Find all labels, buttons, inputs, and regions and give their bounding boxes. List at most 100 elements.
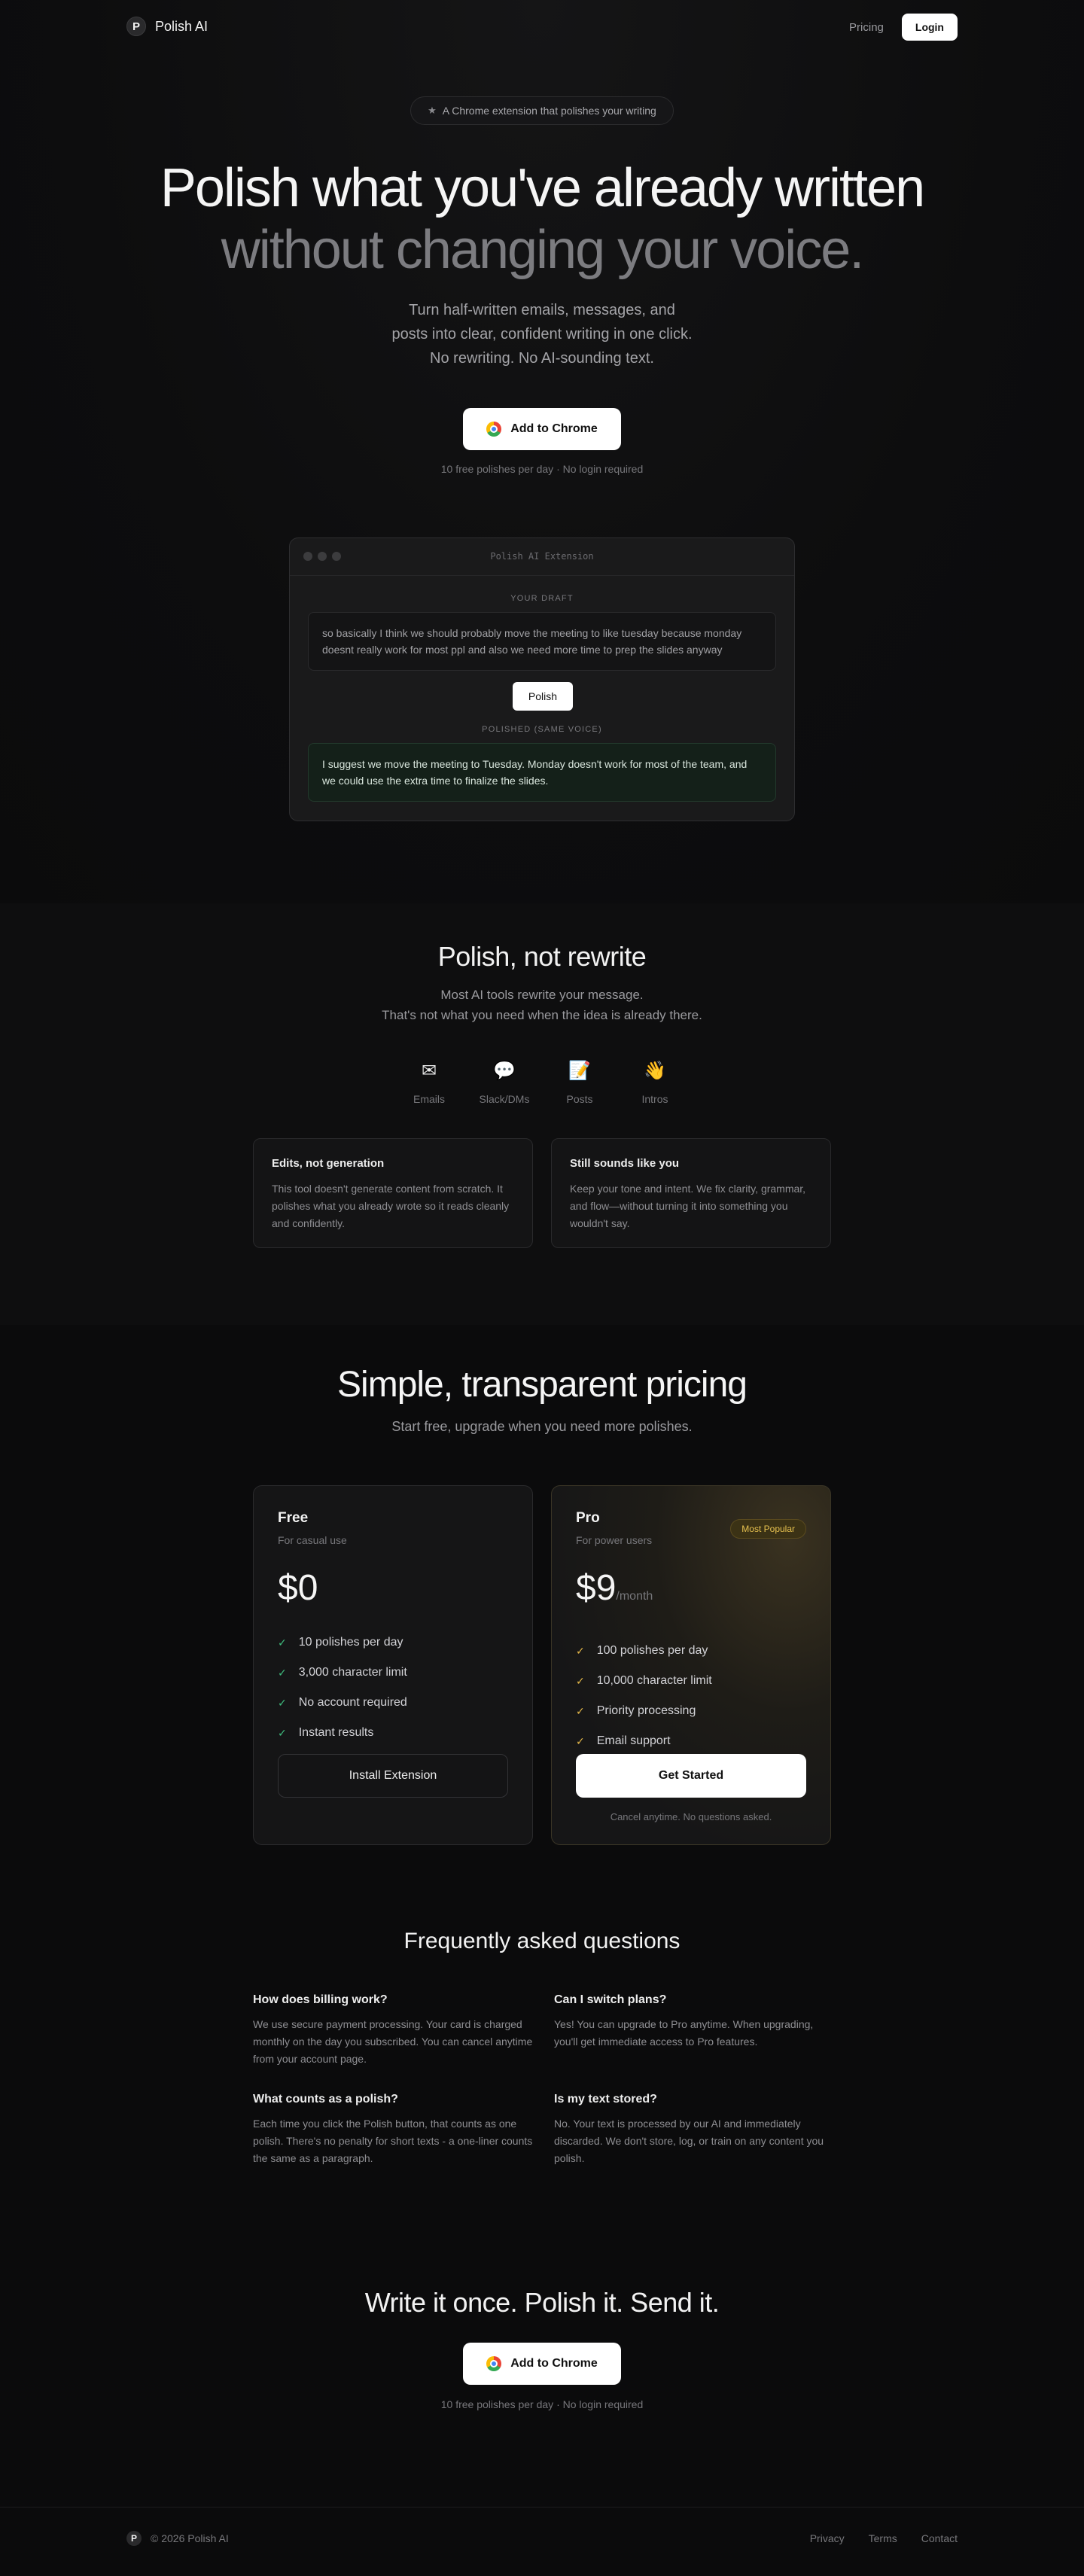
use-case-label: Slack/DMs	[479, 1093, 530, 1105]
plan-name: Free	[278, 1510, 309, 1526]
final-cta-note: 10 free polishes per day · No login requ…	[440, 2398, 644, 2410]
hero-add-to-chrome-button[interactable]: Add to Chrome	[463, 408, 621, 450]
feature-card-text: This tool doesn't generate content from …	[272, 1183, 510, 1229]
login-button[interactable]: Login	[901, 14, 958, 41]
hero-subtitle-line3: No rewriting. No AI-sounding text.	[430, 350, 654, 367]
nav-pricing-link[interactable]: Pricing	[849, 21, 884, 34]
plan-card-free: Free For casual use $0 ✓ 10 polishes per …	[253, 1485, 533, 1845]
footer-link-privacy[interactable]: Privacy	[810, 2532, 845, 2544]
feature-card-text: Keep your tone and intent. We fix clarit…	[570, 1183, 806, 1229]
plan-feature: ✓ 3,000 character limit	[278, 1658, 508, 1688]
plan-price: $0	[278, 1569, 508, 1608]
install-extension-button[interactable]: Install Extension	[278, 1754, 508, 1798]
plan-feature-text: 3,000 character limit	[298, 1666, 407, 1679]
faq-item: Can I switch plans? Yes! You can upgrade…	[554, 1993, 834, 2051]
plan-feature-list: ✓ 10 polishes per day ✓ 3,000 character li…	[278, 1628, 508, 1748]
check-icon: ✓	[278, 1666, 287, 1679]
chrome-icon	[486, 422, 502, 437]
check-icon: ✓	[278, 1726, 287, 1739]
feature-card-title: Still sounds like you	[570, 1157, 680, 1170]
plan-feature-text: 10 polishes per day	[298, 1636, 403, 1649]
check-icon: ✓	[576, 1644, 585, 1657]
window-title-bar: Polish AI Extension	[290, 538, 794, 576]
chrome-icon	[486, 2356, 502, 2371]
plan-price-value: $9	[576, 1568, 617, 1608]
envelope-icon: ✉	[421, 1060, 437, 1081]
cancel-note: Cancel anytime. No questions asked.	[610, 1811, 772, 1822]
plan-price-value: $0	[278, 1568, 318, 1608]
polish-section-text-line1: Most AI tools rewrite your message.	[440, 988, 644, 1002]
draft-label: YOUR DRAFT	[510, 594, 574, 603]
footer-logo-icon: P	[126, 2531, 142, 2546]
footer-copyright: © 2026 Polish AI	[151, 2532, 229, 2544]
plan-feature: ✓ Priority processing	[576, 1696, 806, 1726]
check-icon: ✓	[576, 1734, 585, 1747]
hero-subtitle-line2: posts into clear, confident writing in o…	[391, 326, 693, 343]
plan-audience: For casual use	[278, 1534, 347, 1546]
check-icon: ✓	[278, 1636, 287, 1649]
footer-link-terms[interactable]: Terms	[869, 2532, 897, 2544]
faq-answer: Each time you click the Polish button, t…	[253, 2118, 533, 2164]
get-started-button[interactable]: Get Started	[576, 1754, 806, 1798]
most-popular-badge: Most Popular	[730, 1519, 806, 1539]
hero-title-line2: without changing your voice.	[221, 220, 865, 280]
plan-feature-text: No account required	[298, 1696, 407, 1709]
use-case-list: ✉ Emails 💬 Slack/DMs 📝 Posts 👋 Intros	[391, 1057, 693, 1105]
memo-icon: 📝	[568, 1060, 591, 1081]
feature-card-title: Edits, not generation	[272, 1157, 385, 1170]
hero-cta-label: Add to Chrome	[510, 422, 598, 435]
brand-name: Polish AI	[155, 18, 209, 34]
hero-cta-note: 10 free polishes per day · No login requ…	[440, 463, 644, 475]
use-case-item: 💬 Slack/DMs	[467, 1057, 542, 1105]
feature-card-voice: Still sounds like you Keep your tone and…	[551, 1138, 831, 1248]
hero-title-line1: Polish what you've already written	[160, 158, 925, 218]
plan-price-period: /month	[616, 1590, 653, 1603]
polish-section-text: Most AI tools rewrite your message. That…	[0, 985, 1084, 1025]
plan-feature: ✓ 10,000 character limit	[576, 1666, 806, 1696]
faq-item: Is my text stored? No. Your text is proc…	[554, 2093, 834, 2167]
use-case-item: ✉ Emails	[391, 1057, 467, 1105]
footer-brand: P © 2026 Polish AI	[126, 2531, 229, 2546]
polish-section-text-line2: That's not what you need when the idea i…	[382, 1008, 702, 1022]
plan-feature: ✓ 10 polishes per day	[278, 1628, 508, 1658]
plan-feature: ✓ No account required	[278, 1688, 508, 1718]
use-case-item: 👋 Intros	[617, 1057, 693, 1105]
plan-feature-text: 10,000 character limit	[596, 1674, 712, 1687]
faq-question: Can I switch plans?	[554, 1993, 667, 2006]
plan-feature-text: Instant results	[298, 1726, 374, 1739]
window-title: Polish AI Extension	[490, 551, 594, 562]
plan-feature: ✓ 100 polishes per day	[576, 1636, 806, 1666]
polished-text-box: I suggest we move the meeting to Tuesday…	[308, 743, 776, 802]
polish-section-title: Polish, not rewrite	[437, 941, 647, 972]
feature-card-edits: Edits, not generation This tool doesn't …	[253, 1138, 533, 1248]
demo-polish-button[interactable]: Polish	[513, 682, 573, 711]
plan-feature-list: ✓ 100 polishes per day ✓ 10,000 character …	[576, 1636, 806, 1756]
landing-page: P Polish AI Pricing Login ★ A Chrome ext…	[0, 0, 1084, 2576]
hero-subtitle-line1: Turn half-written emails, messages, and	[409, 302, 675, 318]
hero-badge-text: A Chrome extension that polishes your wr…	[442, 105, 656, 117]
pricing-subtitle: Start free, upgrade when you need more p…	[391, 1419, 693, 1434]
nav-actions: Pricing Login	[849, 14, 958, 41]
extension-demo-window: Polish AI Extension YOUR DRAFT so basica…	[289, 537, 795, 821]
draft-text-box: so basically I think we should probably …	[308, 612, 776, 671]
check-icon: ✓	[576, 1674, 585, 1687]
faq-answer: No. Your text is processed by our AI and…	[554, 2118, 824, 2164]
hero-subtitle: Turn half-written emails, messages, and …	[0, 298, 1084, 370]
faq-answer: Yes! You can upgrade to Pro anytime. Whe…	[554, 2018, 814, 2048]
footer-link-contact[interactable]: Contact	[921, 2532, 958, 2544]
faq-question: How does billing work?	[253, 1993, 388, 2006]
check-icon: ✓	[278, 1696, 287, 1709]
polished-label: POLISHED (SAME VOICE)	[482, 725, 602, 734]
final-cta-title: Write it once. Polish it. Send it.	[364, 2287, 720, 2318]
plan-feature-text: 100 polishes per day	[596, 1644, 708, 1657]
waving-hand-icon: 👋	[644, 1060, 666, 1081]
plan-feature: ✓ Email support	[576, 1726, 806, 1756]
final-cta-label: Add to Chrome	[510, 2357, 598, 2370]
pricing-title: Simple, transparent pricing	[337, 1365, 748, 1405]
hero-badge: ★ A Chrome extension that polishes your …	[410, 96, 674, 125]
plan-feature-text: Priority processing	[596, 1704, 696, 1717]
final-add-to-chrome-button[interactable]: Add to Chrome	[463, 2343, 621, 2385]
plan-price: $9/month	[576, 1569, 806, 1616]
brand-logo[interactable]: P Polish AI	[126, 17, 208, 36]
faq-question: What counts as a polish?	[253, 2093, 398, 2106]
